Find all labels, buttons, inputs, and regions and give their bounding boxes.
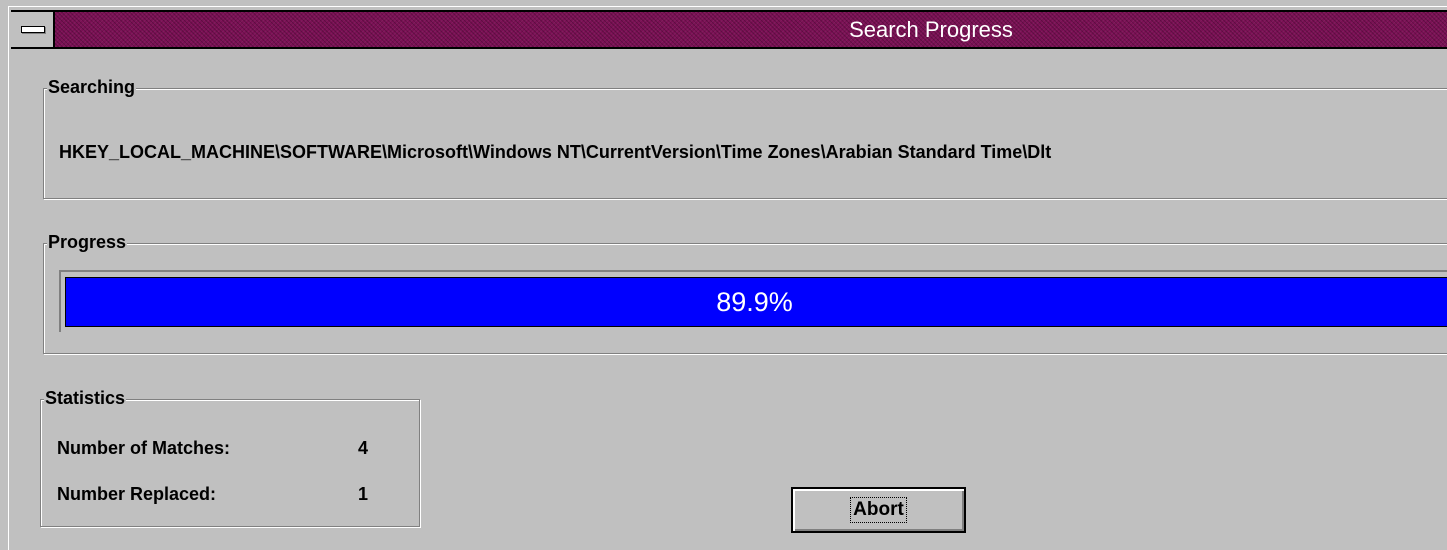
matches-row: Number of Matches: 4: [57, 438, 368, 459]
abort-button-label: Abort: [850, 497, 907, 523]
progress-group: Progress 89.9%: [43, 231, 1447, 354]
progress-bar: 89.9%: [59, 270, 1447, 332]
progress-percent-text: 89.9%: [716, 286, 793, 317]
title-bar[interactable]: Search Progress: [11, 10, 1447, 49]
progress-group-label: Progress: [47, 231, 128, 253]
abort-button[interactable]: Abort: [791, 487, 966, 533]
window-title: Search Progress: [849, 17, 1013, 42]
replaced-label: Number Replaced:: [57, 484, 217, 504]
statistics-group-label: Statistics: [44, 387, 127, 409]
matches-value: 4: [358, 438, 369, 458]
search-path-text: HKEY_LOCAL_MACHINE\SOFTWARE\Microsoft\Wi…: [59, 142, 1052, 162]
system-menu-button[interactable]: [11, 12, 55, 47]
system-menu-icon: [21, 26, 45, 33]
replaced-row: Number Replaced: 1: [57, 484, 368, 505]
searching-group: Searching HKEY_LOCAL_MACHINE\SOFTWARE\Mi…: [43, 76, 1447, 199]
searching-group-label: Searching: [47, 76, 137, 98]
matches-label: Number of Matches:: [57, 438, 231, 458]
replaced-value: 1: [358, 484, 369, 504]
statistics-group: Statistics Number of Matches: 4 Number R…: [40, 387, 420, 527]
